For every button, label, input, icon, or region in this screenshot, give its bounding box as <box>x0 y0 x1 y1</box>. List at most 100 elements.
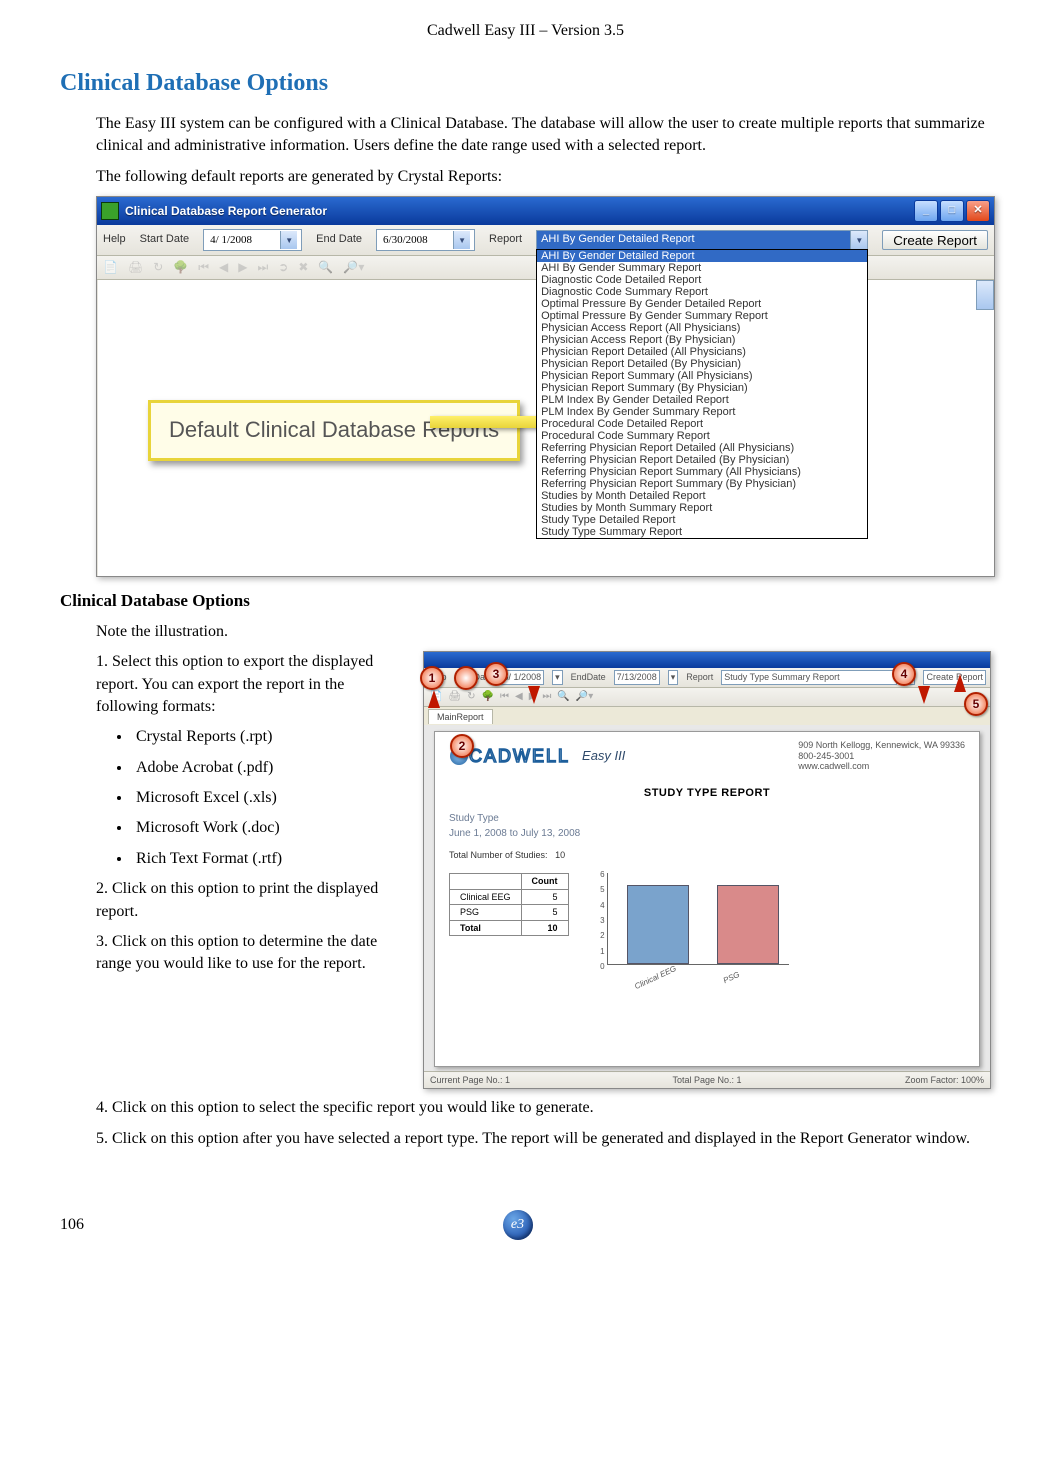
x-tick-label: Clinical EEG <box>632 963 677 992</box>
y-axis <box>607 873 608 965</box>
end-date-input[interactable]: 7/13/2008 <box>614 670 660 685</box>
logo-text: CADWELL <box>469 744 570 769</box>
bar <box>627 885 689 964</box>
stop-icon[interactable]: ✖ <box>298 259 308 276</box>
company-address: 909 North Kellogg, Kennewick, WA 99336 <box>798 740 965 751</box>
report-select[interactable]: Study Type Summary Report <box>721 670 897 685</box>
chevron-down-icon[interactable]: ▼ <box>850 231 867 249</box>
x-axis <box>607 964 789 965</box>
y-tick: 6 <box>593 869 605 880</box>
toolbar: Help Start Date ▼ End Date ▼ Report AHI … <box>97 225 994 256</box>
goto-page-icon[interactable]: ➲ <box>278 259 288 276</box>
report-option[interactable]: Referring Physician Report Summary (By P… <box>537 478 867 490</box>
intro-paragraph-1: The Easy III system can be configured wi… <box>96 113 991 158</box>
report-option[interactable]: AHI By Gender Detailed Report <box>537 250 867 262</box>
nav-prev-icon[interactable]: ◀ <box>515 690 523 704</box>
report-option[interactable]: Physician Report Summary (By Physician) <box>537 382 867 394</box>
report-option[interactable]: Procedural Code Summary Report <box>537 430 867 442</box>
report-option[interactable]: Studies by Month Detailed Report <box>537 490 867 502</box>
intro-paragraph-2: The following default reports are genera… <box>96 166 991 188</box>
report-viewer-toolbar: 📄 🖨 ↻ 🌳 ⏮ ◀ ▶ ⏭ 🔍 🔎▾ <box>424 688 990 707</box>
nav-next-icon[interactable]: ▶ <box>238 259 247 276</box>
nav-first-icon[interactable]: ⏮ <box>198 259 209 276</box>
scrollbar-thumb[interactable] <box>976 280 994 310</box>
total-value: 10 <box>555 850 565 860</box>
total-label: Total Number of Studies: <box>449 850 548 860</box>
report-option[interactable]: Physician Report Detailed (All Physician… <box>537 346 867 358</box>
search-icon[interactable]: 🔍 <box>557 690 569 704</box>
report-option[interactable]: Referring Physician Report Detailed (All… <box>537 442 867 454</box>
minimize-button[interactable]: _ <box>914 200 938 222</box>
refresh-icon[interactable]: ↻ <box>153 259 163 276</box>
chevron-down-icon[interactable]: ▾ <box>552 670 563 685</box>
report-option[interactable]: Studies by Month Summary Report <box>537 502 867 514</box>
end-date-label: End Date <box>316 232 362 247</box>
report-option[interactable]: Study Type Detailed Report <box>537 514 867 526</box>
report-option[interactable]: PLM Index By Gender Summary Report <box>537 406 867 418</box>
end-date-input[interactable]: ▼ <box>376 229 475 251</box>
y-tick: 1 <box>593 946 605 957</box>
tab-bar: MainReport <box>424 707 990 725</box>
y-tick: 4 <box>593 900 605 911</box>
report-option[interactable]: Physician Report Summary (All Physicians… <box>537 370 867 382</box>
menu-help[interactable]: Help <box>103 232 126 247</box>
close-button[interactable]: ✕ <box>966 200 990 222</box>
search-icon[interactable]: 🔍 <box>318 259 333 276</box>
red-arrow-icon <box>528 686 540 704</box>
screenshot-study-type-report: 1 2 3 4 5 Help StartDate 6/ 1/2008 ▾ End… <box>423 651 991 1089</box>
zoom-icon[interactable]: 🔎▾ <box>343 259 364 276</box>
red-arrow-icon <box>918 686 930 704</box>
report-option[interactable]: Physician Access Report (By Physician) <box>537 334 867 346</box>
create-report-button[interactable]: Create Report <box>882 230 988 250</box>
tree-icon[interactable]: 🌳 <box>173 259 188 276</box>
tab-main-report[interactable]: MainReport <box>428 709 493 725</box>
callout-marker-2-top <box>454 666 478 690</box>
report-option[interactable]: Diagnostic Code Summary Report <box>537 286 867 298</box>
company-info: 909 North Kellogg, Kennewick, WA 99336 8… <box>798 740 965 772</box>
callout-marker-3: 3 <box>484 662 508 686</box>
y-tick: 0 <box>593 961 605 972</box>
chevron-down-icon[interactable]: ▼ <box>453 231 470 249</box>
nav-prev-icon[interactable]: ◀ <box>219 259 228 276</box>
note-illustration: Note the illustration. <box>96 621 991 643</box>
report-option[interactable]: Procedural Code Detailed Report <box>537 418 867 430</box>
print-icon[interactable]: 🖨 <box>128 259 143 276</box>
status-current-page: Current Page No.: 1 <box>430 1074 615 1087</box>
page-number: 106 <box>60 1214 84 1236</box>
chevron-down-icon[interactable]: ▼ <box>280 231 297 249</box>
nav-first-icon[interactable]: ⏮ <box>500 690 509 704</box>
red-arrow-icon <box>428 690 440 708</box>
nav-last-icon[interactable]: ⏭ <box>542 690 551 704</box>
refresh-icon[interactable]: ↻ <box>467 690 475 704</box>
report-select[interactable]: AHI By Gender Detailed Report ▼ AHI By G… <box>536 230 868 250</box>
report-option[interactable]: Referring Physician Report Summary (All … <box>537 466 867 478</box>
nav-last-icon[interactable]: ⏭ <box>257 259 268 276</box>
report-option[interactable]: Optimal Pressure By Gender Detailed Repo… <box>537 298 867 310</box>
report-dropdown-list: AHI By Gender Detailed ReportAHI By Gend… <box>536 249 868 539</box>
status-zoom: Zoom Factor: 100% <box>799 1074 984 1087</box>
report-option[interactable]: Physician Report Detailed (By Physician) <box>537 358 867 370</box>
report-option[interactable]: PLM Index By Gender Detailed Report <box>537 394 867 406</box>
report-option[interactable]: Diagnostic Code Detailed Report <box>537 274 867 286</box>
start-date-input[interactable]: ▼ <box>203 229 302 251</box>
report-option[interactable]: Physician Access Report (All Physicians) <box>537 322 867 334</box>
status-total-pages: Total Page No.: 1 <box>615 1074 800 1087</box>
chevron-down-icon[interactable]: ▾ <box>668 670 679 685</box>
report-option[interactable]: Study Type Summary Report <box>537 526 867 538</box>
y-tick: 3 <box>593 915 605 926</box>
print-icon[interactable]: 🖨 <box>448 690 461 704</box>
tree-icon[interactable]: 🌳 <box>482 690 494 704</box>
start-date-label: Start Date <box>140 232 190 247</box>
report-option[interactable]: AHI By Gender Summary Report <box>537 262 867 274</box>
page-footer: 106 e3 <box>60 1210 991 1240</box>
logo-script: Easy III <box>582 747 625 765</box>
report-option[interactable]: Referring Physician Report Detailed (By … <box>537 454 867 466</box>
easy3-logo-icon: e3 <box>503 1210 533 1240</box>
report-option[interactable]: Optimal Pressure By Gender Summary Repor… <box>537 310 867 322</box>
zoom-icon[interactable]: 🔎▾ <box>576 690 593 704</box>
export-icon[interactable]: 📄 <box>103 259 118 276</box>
window-title: Clinical Database Report Generator <box>125 203 327 220</box>
maximize-button[interactable]: □ <box>940 200 964 222</box>
red-arrow-icon <box>954 674 966 692</box>
col-count: Count <box>521 874 568 890</box>
